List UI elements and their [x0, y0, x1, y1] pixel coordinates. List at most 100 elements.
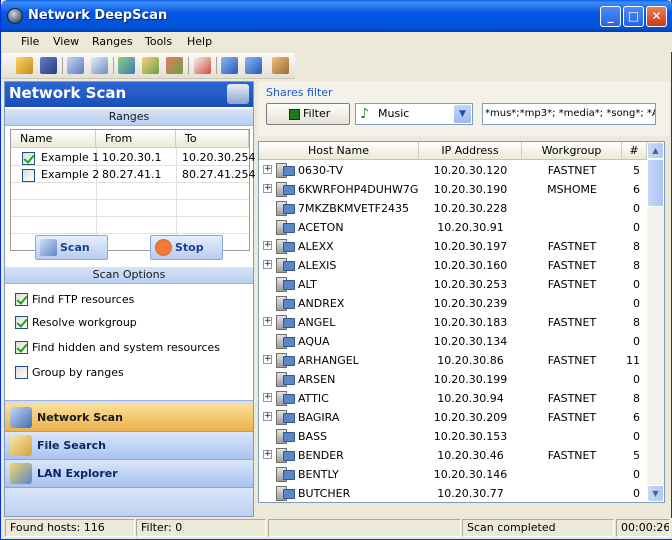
scan-button[interactable]: Scan	[35, 235, 108, 260]
open-icon[interactable]	[16, 57, 33, 74]
nav-label: Network Scan	[37, 411, 123, 424]
shares-filter-title: Shares filter	[266, 86, 333, 99]
save-icon[interactable]	[40, 57, 57, 74]
import-icon[interactable]	[221, 57, 238, 74]
tools-icon[interactable]	[272, 57, 289, 74]
menu-file[interactable]: File	[21, 35, 39, 48]
right-panel: Shares filter Filter ♪ Music ▼ *mus*;*mp…	[258, 81, 670, 517]
scan-network-icon[interactable]	[118, 57, 135, 74]
table-row[interactable]: BUTCHER 10.20.30.77 0	[259, 484, 647, 502]
option-checkbox[interactable]	[15, 316, 28, 329]
vertical-scrollbar[interactable]: ▲ ▼	[647, 142, 664, 502]
table-row[interactable]: + ARHANGEL 10.20.30.86 FASTNET 11	[259, 351, 647, 370]
table-icon[interactable]	[91, 57, 108, 74]
table-row[interactable]: AQUA 10.20.30.134 0	[259, 332, 647, 351]
table-row[interactable]: + BENDER 10.20.30.46 FASTNET 5	[259, 446, 647, 465]
menu-tools[interactable]: Tools	[145, 35, 172, 48]
properties-icon[interactable]	[67, 57, 84, 74]
stop-icon	[155, 239, 172, 256]
table-row[interactable]: + ATTIC 10.20.30.94 FASTNET 8	[259, 389, 647, 408]
scroll-down-icon[interactable]: ▼	[647, 485, 664, 502]
chevron-down-icon[interactable]: ▼	[454, 105, 471, 123]
host-ip: 10.20.30.190	[433, 183, 508, 196]
expand-icon[interactable]: +	[263, 450, 272, 459]
table-row[interactable]: BENTLY 10.20.30.146 0	[259, 465, 647, 484]
host-workgroup: FASTNET	[547, 449, 597, 462]
table-row[interactable]: + ANGEL 10.20.30.183 FASTNET 8	[259, 313, 647, 332]
hosts-table[interactable]: Host Name IP Address Workgroup # +0630-T…	[258, 141, 665, 503]
scan-settings-icon[interactable]	[142, 57, 159, 74]
option-label: Find hidden and system resources	[32, 341, 221, 354]
range-checkbox[interactable]	[22, 169, 35, 182]
expand-icon[interactable]: +	[263, 241, 272, 250]
computer-icon	[276, 220, 295, 235]
host-share-count: 8	[633, 316, 640, 329]
grid-line	[11, 233, 249, 234]
scan-stop-icon[interactable]	[166, 57, 183, 74]
computer-icon	[276, 353, 295, 368]
table-row[interactable]: + ALEXX 10.20.30.197 FASTNET 8	[259, 237, 647, 256]
maximize-button[interactable]: □	[623, 6, 644, 27]
nav-file-search[interactable]: File Search	[5, 432, 253, 460]
file-search-icon	[10, 435, 32, 456]
toolbar-separator	[113, 57, 114, 74]
nav-network-scan[interactable]: Network Scan	[5, 404, 253, 432]
ranges-table[interactable]: Name From To Example 1 10.20.30.1 10.20.…	[10, 129, 255, 251]
stop-button[interactable]: Stop	[150, 235, 223, 260]
category-select[interactable]: ♪ Music ▼	[355, 103, 473, 125]
col-host-name[interactable]: Host Name	[259, 142, 419, 160]
expand-icon[interactable]: +	[263, 393, 272, 402]
menu-ranges[interactable]: Ranges	[92, 35, 133, 48]
table-row[interactable]: + BAGIRA 10.20.30.209 FASTNET 6	[259, 408, 647, 427]
menu-help[interactable]: Help	[187, 35, 212, 48]
scroll-up-icon[interactable]: ▲	[647, 142, 664, 159]
mask-input[interactable]: *mus*;*mp3*; *media*; *song*; *Aud	[482, 103, 656, 125]
host-workgroup: FASTNET	[547, 240, 597, 253]
expand-icon[interactable]: +	[263, 260, 272, 269]
col-ip-address[interactable]: IP Address	[419, 142, 522, 160]
table-row[interactable]: +6KWRFOHP4DUHW7G 10.20.30.190 MSHOME 6	[259, 180, 647, 199]
ranges-col-name[interactable]: Name	[11, 130, 96, 148]
expand-icon[interactable]: +	[263, 317, 272, 326]
table-row[interactable]: ALT 10.20.30.253 FASTNET 0	[259, 275, 647, 294]
range-to: 80.27.41.254	[182, 168, 256, 181]
computer-icon	[276, 201, 295, 216]
table-row[interactable]: BASS 10.20.30.153 0	[259, 427, 647, 446]
ranges-col-from[interactable]: From	[96, 130, 176, 148]
ranges-col-to[interactable]: To	[176, 130, 249, 148]
table-row[interactable]: ANDREX 10.20.30.239 0	[259, 294, 647, 313]
status-bar: Found hosts: 116 Filter: 0 Scan complete…	[2, 518, 672, 539]
minimize-button[interactable]: _	[600, 6, 621, 27]
option-checkbox[interactable]	[15, 341, 28, 354]
close-button[interactable]: ✕	[646, 6, 667, 27]
host-ip: 10.20.30.46	[437, 449, 504, 462]
category-value: Music	[378, 107, 410, 120]
toolbar-separator	[188, 57, 189, 74]
table-row[interactable]: ARSEN 10.20.30.199 0	[259, 370, 647, 389]
table-row[interactable]: ACETON 10.20.30.91 0	[259, 218, 647, 237]
option-checkbox[interactable]	[15, 366, 28, 379]
app-window: Network DeepScan _ □ ✕ File View Ranges …	[0, 0, 672, 540]
expand-icon[interactable]: +	[263, 184, 272, 193]
title-bar[interactable]: Network DeepScan _ □ ✕	[1, 0, 672, 32]
host-ip: 10.20.30.197	[433, 240, 508, 253]
expand-icon[interactable]: +	[263, 412, 272, 421]
range-checkbox[interactable]	[22, 152, 35, 165]
delete-icon[interactable]	[194, 57, 211, 74]
table-row[interactable]: +0630-TV 10.20.30.120 FASTNET 5	[259, 161, 647, 180]
option-checkbox[interactable]	[15, 293, 28, 306]
expand-icon[interactable]: +	[263, 355, 272, 364]
table-row[interactable]: + ALEXIS 10.20.30.160 FASTNET 8	[259, 256, 647, 275]
expand-icon[interactable]: +	[263, 165, 272, 174]
computer-icon	[276, 239, 295, 254]
host-workgroup: FASTNET	[547, 392, 597, 405]
table-row[interactable]: 7MKZBKMVETF2435 10.20.30.228 0	[259, 199, 647, 218]
filter-button[interactable]: Filter	[266, 103, 350, 125]
scroll-thumb[interactable]	[647, 159, 664, 207]
nav-lan-explorer[interactable]: LAN Explorer	[5, 460, 253, 488]
col-workgroup[interactable]: Workgroup	[522, 142, 622, 160]
export-icon[interactable]	[245, 57, 262, 74]
col-count[interactable]: #	[622, 142, 647, 160]
menu-view[interactable]: View	[53, 35, 79, 48]
host-name: AQUA	[298, 335, 330, 348]
